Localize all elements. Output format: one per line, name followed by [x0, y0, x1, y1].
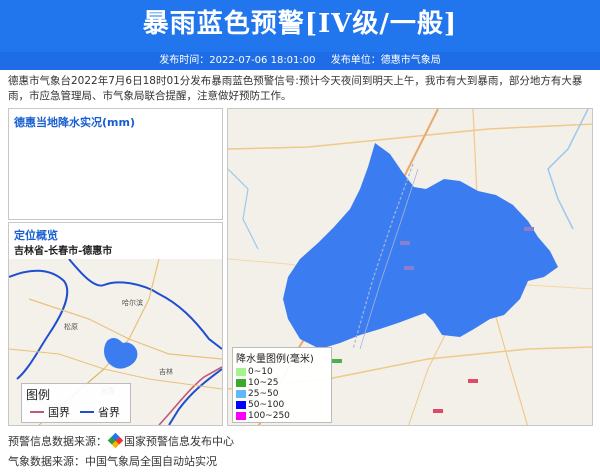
rainfall-legend-row: 50~100 [236, 399, 328, 410]
country-border-swatch [30, 411, 44, 413]
location-overview-panel: 定位概览 吉林省-长春市-德惠市 哈尔滨 长春 松原 吉林 四平 图例 [8, 222, 223, 426]
rain-observation-panel: 德惠当地降水实况(mm) [8, 108, 223, 220]
publish-unit: 发布单位：德惠市气象局 [330, 55, 441, 66]
road-marker [468, 379, 478, 383]
rainfall-range: 50~100 [248, 399, 285, 410]
rainfall-range: 100~250 [248, 410, 290, 421]
rainfall-swatch [236, 400, 246, 409]
rainfall-swatch [236, 411, 246, 420]
rainfall-legend-row: 10~25 [236, 377, 328, 388]
legend-label: 国界 [48, 406, 70, 419]
rainfall-range: 0~10 [248, 366, 273, 377]
city-label: 吉林 [159, 367, 173, 376]
warning-description: 德惠市气象台2022年7月6日18时01分发布暴雨蓝色预警信号:预计今天夜间到明… [8, 75, 583, 102]
road-marker [433, 409, 443, 413]
road-marker [524, 227, 534, 231]
rainfall-swatch [236, 389, 246, 398]
road-marker [404, 266, 414, 270]
warning-center-logo-icon [107, 432, 124, 449]
warning-source-prefix: 预警信息数据来源： [8, 435, 107, 448]
legend-row: 国界 省界 [26, 404, 126, 420]
legend-label: 省界 [98, 406, 120, 419]
rainfall-legend-row: 100~250 [236, 410, 328, 421]
rainfall-swatch [236, 378, 246, 387]
rainfall-swatch [236, 367, 246, 376]
overview-map[interactable]: 哈尔滨 长春 松原 吉林 四平 图例 国界 省界 [9, 259, 222, 425]
rainfall-range: 10~25 [248, 377, 279, 388]
publish-meta: 发布时间：2022-07-06 18:01:00 发布单位：德惠市气象局 [0, 52, 600, 70]
road-marker [400, 241, 410, 245]
road-marker [332, 359, 342, 363]
rainfall-legend: 降水量图例(毫米) 0~10 10~25 25~50 50~100 100~25… [232, 347, 332, 423]
location-path: 吉林省-长春市-德惠市 [14, 246, 113, 257]
data-sources: 预警信息数据来源： 国家预警信息发布中心 气象数据来源：中国气象局全国自动站实况 [8, 432, 234, 472]
page-header: 暴雨蓝色预警[IV级/一般] [0, 0, 600, 52]
rainfall-legend-title: 降水量图例(毫米) [236, 354, 314, 365]
warning-source-line: 预警信息数据来源： 国家预警信息发布中心 [8, 432, 234, 452]
warning-source-org[interactable]: 国家预警信息发布中心 [124, 435, 234, 448]
location-panel-title: 定位概览 [14, 229, 58, 242]
warning-title: 暴雨蓝色预警[IV级/一般] [142, 9, 458, 39]
weather-source-line: 气象数据来源：中国气象局全国自动站实况 [8, 455, 217, 468]
province-border-swatch [80, 411, 94, 413]
rainfall-legend-row: 0~10 [236, 366, 328, 377]
city-label: 松原 [64, 322, 78, 331]
rainfall-range: 25~50 [248, 388, 279, 399]
detail-map[interactable]: 降水量图例(毫米) 0~10 10~25 25~50 50~100 100~25… [227, 108, 593, 426]
publish-time: 发布时间：2022-07-06 18:01:00 [159, 55, 316, 66]
city-label: 哈尔滨 [122, 298, 143, 307]
rainfall-legend-row: 25~50 [236, 388, 328, 399]
overview-legend: 图例 国界 省界 [21, 383, 131, 423]
overview-legend-title: 图例 [26, 388, 51, 402]
rain-panel-title: 德惠当地降水实况(mm) [14, 116, 135, 129]
